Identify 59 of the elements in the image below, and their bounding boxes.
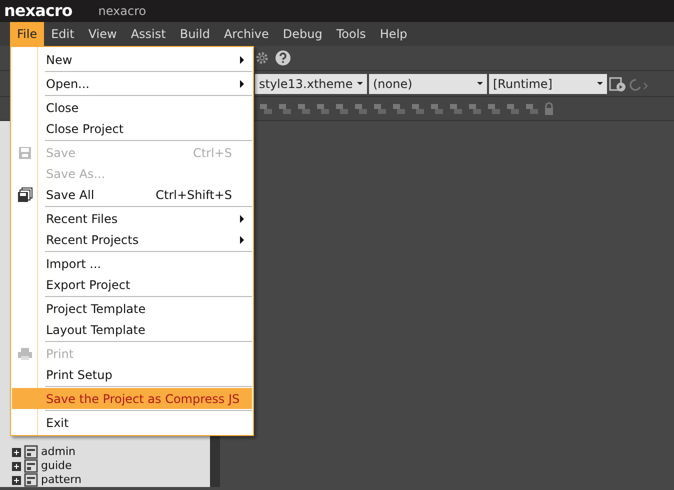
menu-item[interactable]: Debug: [276, 22, 330, 46]
align-icon: [505, 102, 521, 116]
form-icon: [24, 445, 38, 459]
form-icon: [24, 473, 38, 487]
menu-option[interactable]: Layout Template: [12, 319, 252, 340]
tree-item[interactable]: admin: [41, 445, 76, 459]
help-icon[interactable]: [275, 50, 291, 66]
menu-option[interactable]: New: [12, 49, 252, 70]
app-logo: nexacro: [3, 0, 74, 22]
tree-item[interactable]: pattern: [41, 473, 82, 487]
menu-option[interactable]: Exit: [12, 412, 252, 433]
menu-option[interactable]: Save the Project as Compress JS: [12, 388, 252, 409]
menu-item[interactable]: Assist: [124, 22, 173, 46]
align-icon: [334, 102, 350, 116]
menu-option[interactable]: Project Template: [12, 298, 252, 319]
align-icon: [486, 102, 502, 116]
dropdown-field[interactable]: style13.xtheme: [255, 74, 367, 94]
align-icon: [524, 102, 540, 116]
menu-option[interactable]: Close: [12, 97, 252, 118]
menu-option[interactable]: Close Project: [12, 118, 252, 139]
menu-option[interactable]: Recent Files: [12, 208, 252, 229]
align-icon: [467, 102, 483, 116]
align-icon: [448, 102, 464, 116]
menu-item[interactable]: Help: [372, 22, 414, 46]
menu-option[interactable]: Save All Ctrl+Shift+S: [12, 184, 252, 205]
menu-item[interactable]: Build: [172, 22, 217, 46]
lock-icon: [543, 102, 555, 116]
run-icon[interactable]: [609, 76, 627, 92]
menu-option[interactable]: Recent Projects: [12, 229, 252, 250]
align-icon: [410, 102, 426, 116]
align-icon: [296, 102, 312, 116]
dropdown-field[interactable]: (none): [369, 74, 487, 94]
menu-item[interactable]: Tools: [329, 22, 373, 46]
expand-icon[interactable]: [12, 476, 21, 484]
save-all-icon: [17, 186, 33, 202]
menu-option[interactable]: Print Setup: [12, 364, 252, 385]
save-icon: [18, 146, 32, 160]
menu-option[interactable]: Export Project: [12, 274, 252, 295]
align-icon: [277, 102, 293, 116]
printer-icon: [17, 346, 33, 360]
align-icon: [353, 102, 369, 116]
dropdown-field[interactable]: [Runtime]: [489, 74, 607, 94]
menu-item[interactable]: Archive: [216, 22, 276, 46]
menu-item[interactable]: Edit: [44, 22, 82, 46]
menu-item[interactable]: View: [81, 22, 124, 46]
gear-icon[interactable]: [255, 51, 269, 65]
align-icon: [391, 102, 407, 116]
window-title: nexacro: [98, 3, 146, 20]
menu-option[interactable]: Import ...: [12, 253, 252, 274]
align-icon: [429, 102, 445, 116]
expand-icon[interactable]: [12, 462, 21, 470]
menu-option[interactable]: Open...: [12, 73, 252, 94]
form-icon: [24, 459, 38, 473]
expand-icon[interactable]: [12, 448, 21, 456]
align-icon: [258, 102, 274, 116]
tree-item[interactable]: guide: [41, 459, 72, 473]
align-icon: [315, 102, 331, 116]
align-icon: [372, 102, 388, 116]
menu-item[interactable]: File: [10, 22, 44, 46]
